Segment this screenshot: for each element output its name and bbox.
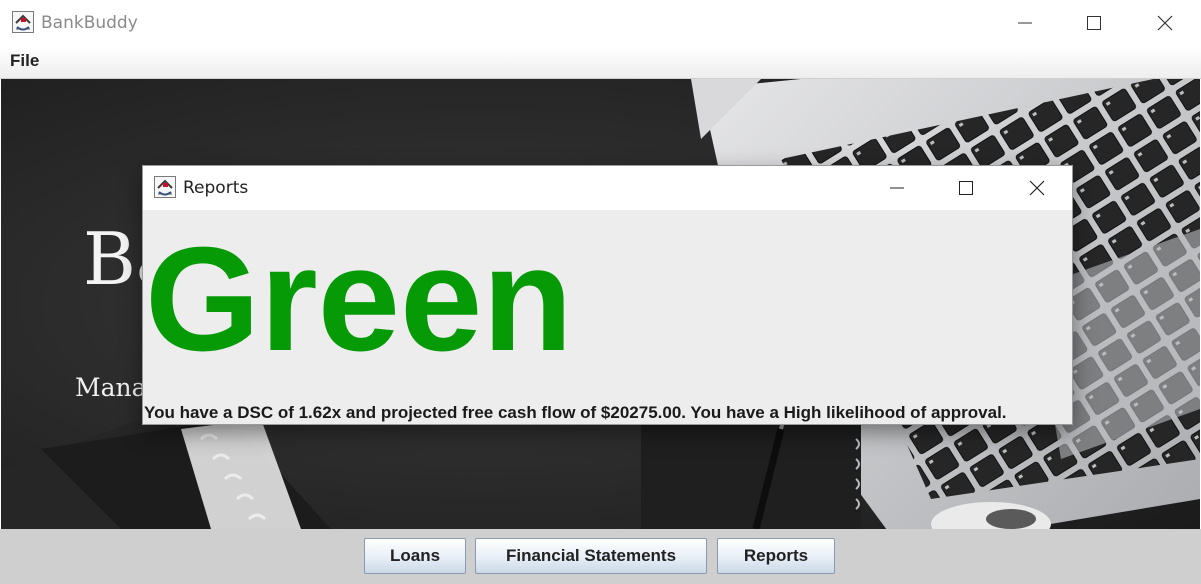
financial-statements-button[interactable]: Financial Statements bbox=[475, 538, 707, 574]
maximize-icon bbox=[1087, 16, 1101, 30]
minimize-icon bbox=[1018, 22, 1032, 24]
dialog-minimize-button[interactable] bbox=[874, 172, 920, 204]
close-icon bbox=[1157, 15, 1173, 31]
menu-bar: File bbox=[0, 46, 1201, 79]
main-titlebar[interactable]: BankBuddy bbox=[0, 0, 1201, 46]
reports-dialog: Reports Green You have a DSC of 1.62x an… bbox=[143, 166, 1072, 424]
maximize-icon bbox=[959, 181, 973, 195]
approval-rating: Green bbox=[145, 217, 573, 382]
maximize-button[interactable] bbox=[1071, 7, 1117, 39]
minimize-icon bbox=[890, 187, 904, 189]
java-cup-icon bbox=[12, 11, 34, 33]
reports-button[interactable]: Reports bbox=[717, 538, 835, 574]
dialog-titlebar[interactable]: Reports bbox=[143, 166, 1072, 210]
close-button[interactable] bbox=[1142, 7, 1188, 39]
bottom-toolbar: Loans Financial Statements Reports bbox=[0, 529, 1201, 584]
close-icon bbox=[1029, 180, 1045, 196]
minimize-button[interactable] bbox=[1002, 7, 1048, 39]
hero-subtitle: Mana bbox=[75, 373, 147, 402]
dialog-close-button[interactable] bbox=[1014, 172, 1060, 204]
dialog-title: Reports bbox=[183, 178, 249, 198]
loans-button[interactable]: Loans bbox=[364, 538, 466, 574]
report-message: You have a DSC of 1.62x and projected fr… bbox=[144, 403, 1007, 422]
main-window-title: BankBuddy bbox=[41, 13, 138, 33]
menu-file[interactable]: File bbox=[10, 51, 39, 71]
java-cup-icon bbox=[154, 176, 176, 198]
dialog-maximize-button[interactable] bbox=[943, 172, 989, 204]
